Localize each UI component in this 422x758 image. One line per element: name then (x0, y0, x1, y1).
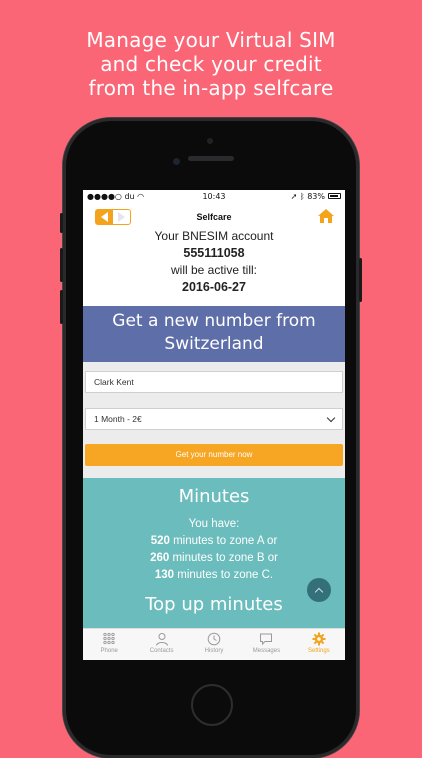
tab-settings[interactable]: Settings (293, 629, 345, 660)
minutes-zone-text: minutes to zone A or (169, 535, 278, 547)
plan-select-value: 1 Month - 2€ (94, 414, 142, 424)
minutes-zone-text: minutes to zone C. (174, 569, 274, 581)
minutes-count: 520 (150, 535, 170, 547)
minutes-panel: Minutes You have: 520 minutes to zone A … (83, 478, 345, 628)
promo-line-2: and check your credit (100, 52, 322, 76)
tab-label: History (204, 648, 224, 654)
minutes-row: 520 minutes to zone A or (83, 533, 345, 550)
tab-history[interactable]: History (188, 629, 240, 660)
plan-select[interactable]: 1 Month - 2€ (85, 408, 343, 430)
tab-label: Settings (307, 648, 330, 654)
tab-messages[interactable]: Messages (240, 629, 292, 660)
tab-label: Messages (252, 648, 281, 654)
front-camera (173, 158, 180, 165)
active-till-date: 2016-06-27 (182, 280, 246, 294)
chevron-down-icon (326, 413, 336, 423)
scroll-top-button[interactable] (307, 578, 331, 602)
new-number-heading: Get a new number from Switzerland (83, 306, 345, 362)
dialpad-icon (103, 632, 115, 645)
tab-label: Contacts (149, 648, 174, 654)
home-button[interactable] (191, 684, 233, 726)
phone-sensor (207, 138, 213, 144)
account-number: 555111058 (183, 246, 245, 260)
home-icon[interactable] (317, 208, 335, 224)
tab-label: Phone (100, 648, 118, 654)
minutes-count: 260 (150, 552, 170, 564)
minutes-zone-text: minutes to zone B or (169, 552, 278, 564)
minutes-heading: Minutes (178, 486, 250, 507)
new-number-heading-line-2: Switzerland (164, 334, 264, 354)
gear-icon (312, 632, 326, 646)
chat-bubble-icon (260, 633, 273, 646)
topup-heading: Top up minutes (145, 594, 283, 615)
account-info: Your BNESIM account 555111058 will be ac… (83, 228, 345, 296)
get-number-button[interactable]: Get your number now (85, 444, 343, 466)
minutes-intro: You have: (188, 518, 240, 530)
app-screen: ●●●●○ du ◠ 10:43 ➚ ᛒ 83% Selfcare Your B… (83, 190, 345, 660)
minutes-row: 130 minutes to zone C. (83, 567, 345, 584)
new-number-heading-line-1: Get a new number from (112, 311, 316, 331)
tab-contacts[interactable]: Contacts (135, 629, 187, 660)
promo-line-3: from the in-app selfcare (88, 76, 334, 100)
battery-icon (328, 193, 341, 199)
minutes-count: 130 (154, 569, 175, 581)
battery-percent: 83% (307, 192, 325, 201)
tab-bar: Phone Contacts History Messages Settings (83, 628, 345, 660)
phone-power-button (359, 258, 362, 302)
active-till-label: will be active till: (170, 263, 258, 277)
status-right: ➚ ᛒ 83% (291, 192, 325, 201)
status-bar: ●●●●○ du ◠ 10:43 ➚ ᛒ 83% (83, 190, 345, 204)
tab-phone[interactable]: Phone (83, 629, 135, 660)
clock-icon (207, 632, 221, 646)
account-label: Your BNESIM account (154, 229, 274, 243)
phone-volume-up (60, 248, 63, 282)
contacts-icon (155, 633, 168, 646)
nav-title: Selfcare (196, 212, 232, 222)
phone-volume-down (60, 290, 63, 324)
earpiece-speaker (188, 156, 234, 161)
promo-headline: Manage your Virtual SIM and check your c… (0, 28, 422, 100)
name-input[interactable]: Clark Kent (85, 371, 343, 393)
chevron-up-icon (314, 587, 324, 596)
bluetooth-icon: ᛒ (299, 192, 305, 201)
phone-mute-switch (60, 213, 63, 233)
location-icon: ➚ (290, 192, 298, 201)
minutes-row: 260 minutes to zone B or (83, 550, 345, 567)
nav-bar: Selfcare (83, 206, 345, 228)
promo-line-1: Manage your Virtual SIM (86, 28, 336, 52)
